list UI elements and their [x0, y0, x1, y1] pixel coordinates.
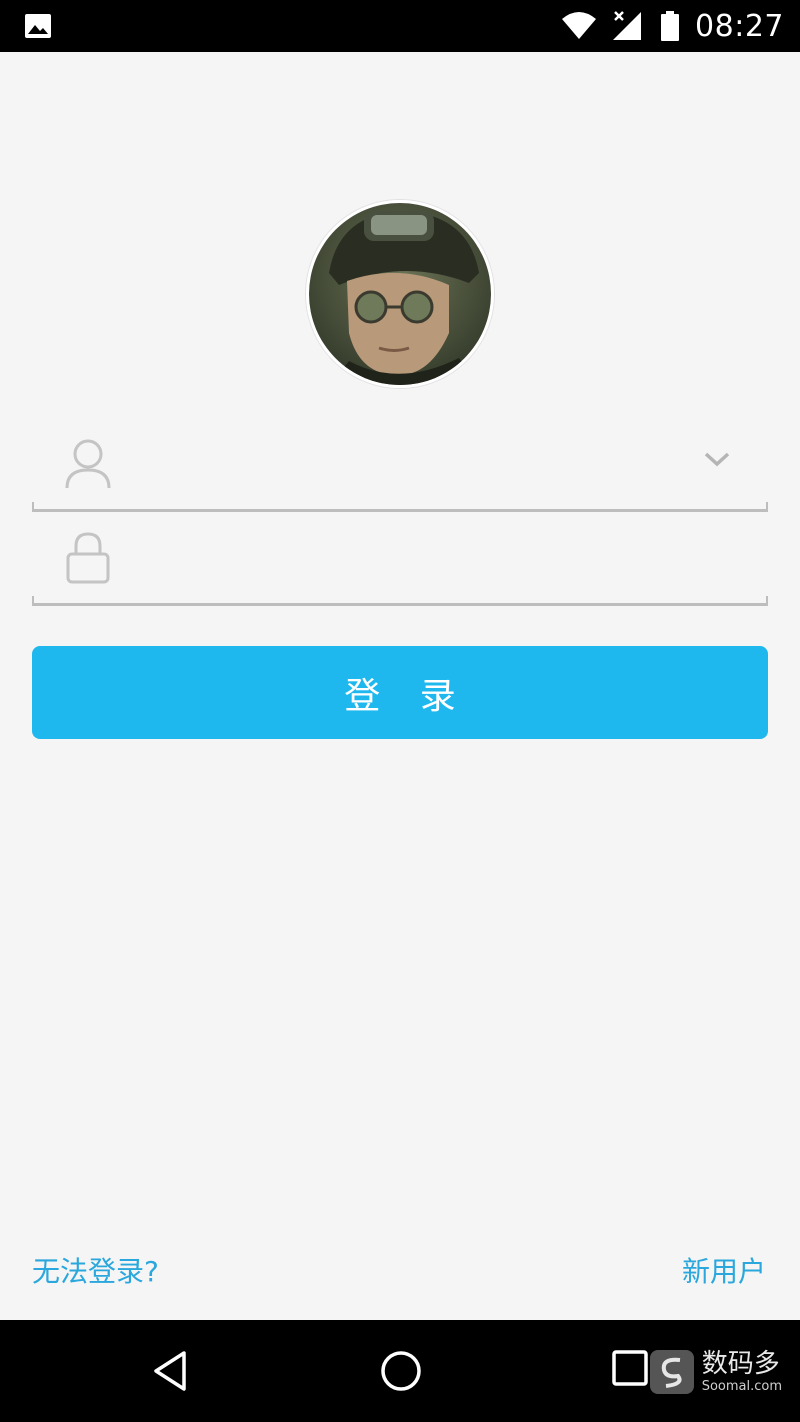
gallery-icon [25, 14, 51, 38]
cellular-signal-icon [613, 11, 642, 40]
wifi-icon [562, 12, 597, 39]
home-icon[interactable] [380, 1350, 422, 1392]
back-icon[interactable] [152, 1350, 188, 1392]
status-bar: 08:27 [0, 0, 800, 52]
watermark-logo-icon [649, 1350, 694, 1394]
chevron-down-icon[interactable] [702, 448, 732, 470]
avatar-image [309, 203, 491, 385]
lock-icon [66, 532, 110, 584]
username-input[interactable] [132, 434, 692, 494]
watermark-brand: 数码多 [701, 1348, 780, 1379]
new-user-link[interactable]: 新用户 [682, 1250, 766, 1290]
username-underline [32, 502, 768, 512]
username-field-group [32, 420, 768, 512]
navigation-bar: 数码多 Soomal.com [0, 1320, 800, 1422]
password-underline [32, 596, 768, 606]
cannot-login-link[interactable]: 无法登录? [32, 1250, 159, 1290]
watermark-site: Soomal.com [701, 1378, 782, 1394]
login-button[interactable]: 登 录 [32, 646, 768, 739]
password-field-group [32, 514, 768, 606]
recents-icon[interactable] [612, 1350, 648, 1386]
login-screen: 登 录 无法登录? 新用户 [0, 52, 800, 1320]
password-input[interactable] [132, 528, 692, 588]
clock-time: 08:27 [695, 8, 784, 44]
avatar[interactable] [306, 200, 494, 388]
watermark: 数码多 Soomal.com [648, 1348, 782, 1396]
user-icon [65, 439, 111, 489]
battery-icon [661, 11, 680, 41]
